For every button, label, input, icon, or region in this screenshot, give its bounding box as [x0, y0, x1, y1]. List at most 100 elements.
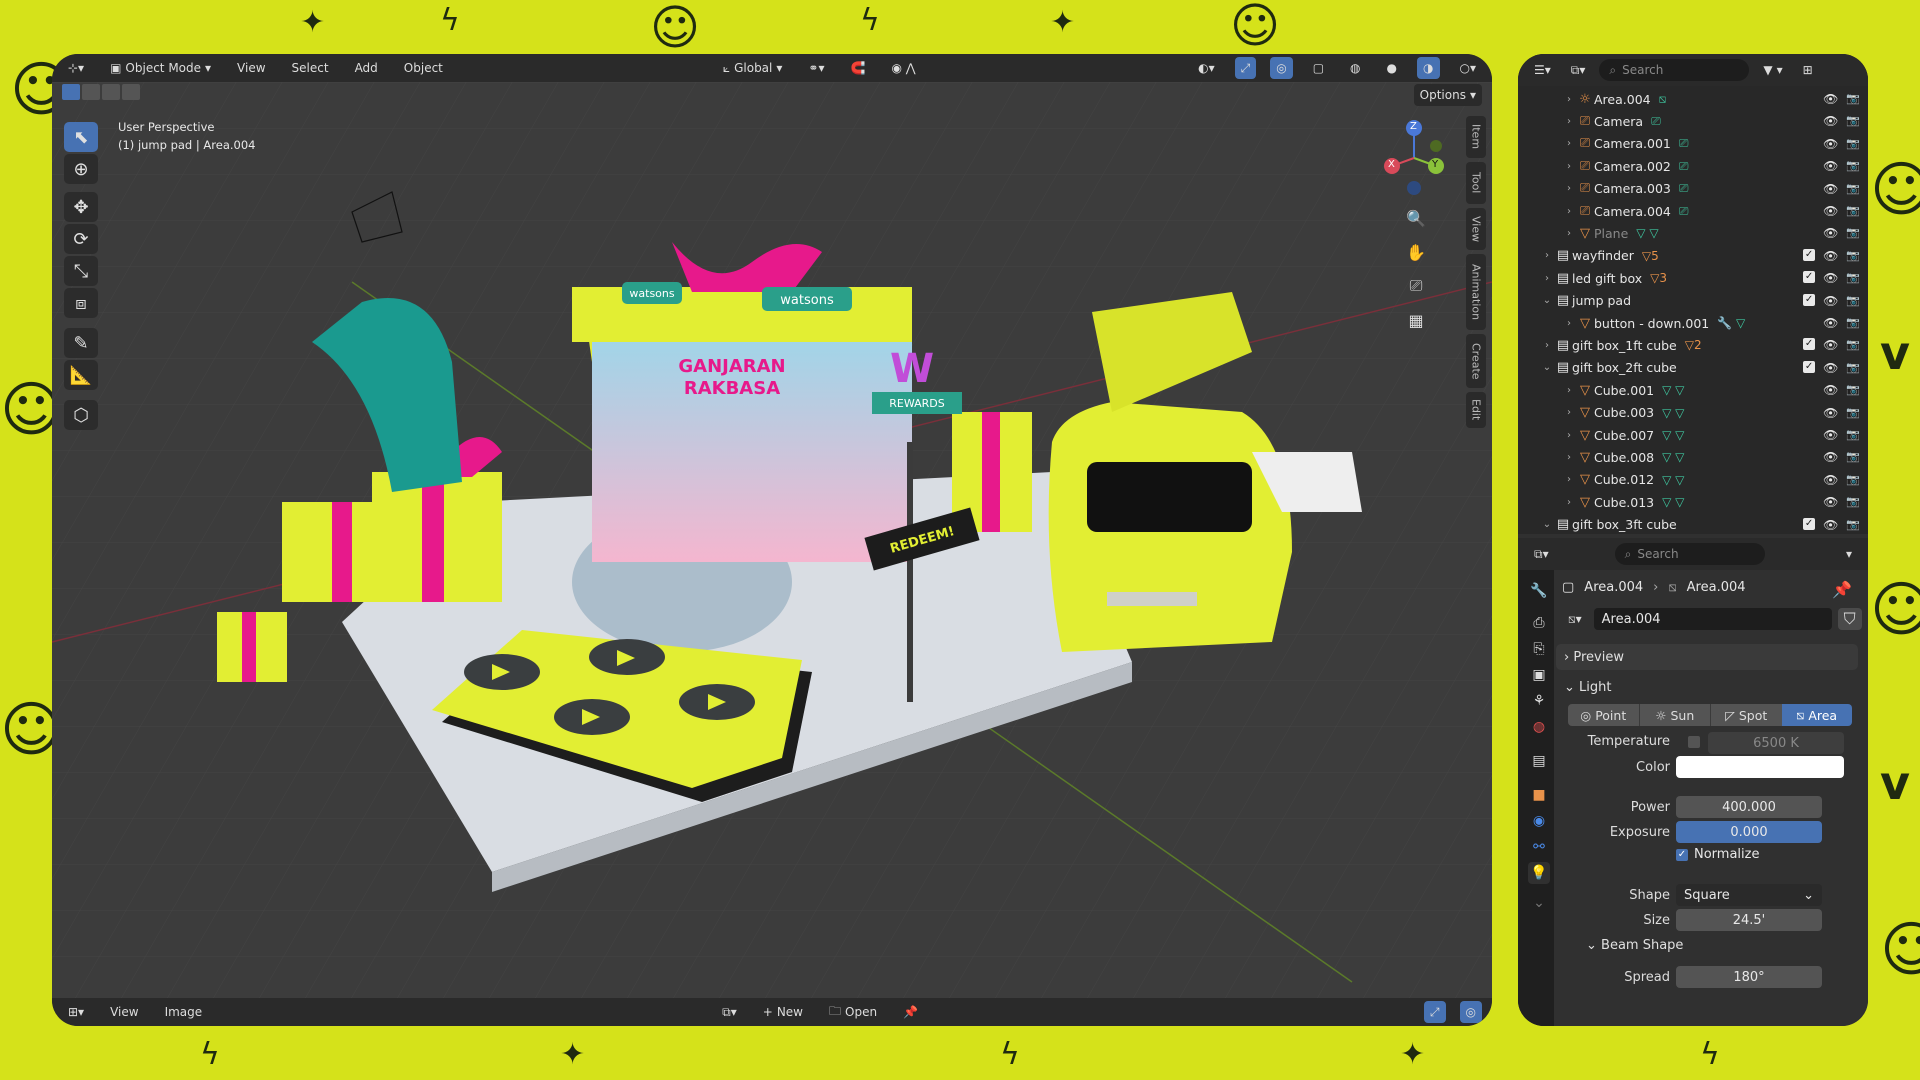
- light-type-sun[interactable]: ☼ Sun: [1638, 704, 1710, 726]
- tab-output[interactable]: ⎘: [1528, 638, 1550, 660]
- tab-light-data[interactable]: 💡: [1528, 862, 1550, 884]
- cursor-tool[interactable]: ⊕: [64, 154, 98, 184]
- expand-toggle-icon[interactable]: ›: [1540, 340, 1554, 351]
- footer-editor-type[interactable]: ⊞▾: [62, 1001, 90, 1023]
- overlay-toggle[interactable]: ◎: [1270, 57, 1293, 79]
- normalize-checkbox[interactable]: ✓ Normalize: [1676, 847, 1759, 862]
- expand-toggle-icon[interactable]: ›: [1562, 452, 1576, 463]
- tab-collection[interactable]: ▤: [1528, 750, 1550, 772]
- tab-tool-props[interactable]: 🔧: [1528, 580, 1550, 602]
- render-camera-icon[interactable]: 📷: [1846, 316, 1860, 330]
- render-camera-icon[interactable]: 📷: [1846, 406, 1860, 420]
- rotate-tool[interactable]: ⟳: [64, 224, 98, 254]
- properties-search-input[interactable]: ⌕ Search: [1614, 543, 1765, 565]
- power-field[interactable]: 400.000: [1676, 796, 1822, 818]
- eye-icon[interactable]: 👁: [1823, 450, 1838, 464]
- render-camera-icon[interactable]: 📷: [1846, 428, 1860, 442]
- light-panel-header[interactable]: ⌄ Light: [1556, 674, 1858, 700]
- shading-wire[interactable]: ◍: [1344, 57, 1366, 79]
- outliner-search-input[interactable]: ⌕ Search: [1599, 59, 1750, 81]
- properties-editor-type[interactable]: ⧉▾: [1528, 543, 1555, 565]
- tab-view[interactable]: View: [1466, 208, 1486, 250]
- tab-view-layer[interactable]: ▣: [1528, 664, 1550, 686]
- color-swatch[interactable]: [1676, 756, 1844, 778]
- eye-icon[interactable]: 👁: [1823, 294, 1838, 308]
- tab-tool[interactable]: Tool: [1466, 162, 1486, 204]
- new-image-button[interactable]: + New: [757, 1001, 809, 1023]
- options-button[interactable]: Options ▾: [1413, 84, 1482, 106]
- render-camera-icon[interactable]: 📷: [1846, 182, 1860, 196]
- outliner-row[interactable]: › ⎚ Camera ⎚ 👁 📷: [1518, 110, 1868, 132]
- measure-tool[interactable]: 📐: [64, 360, 98, 390]
- orientation-select[interactable]: ⟀ Global ▾: [717, 57, 789, 79]
- zoom-button[interactable]: 🔍: [1402, 204, 1430, 232]
- proportional-toggle[interactable]: ◉ ⋀: [885, 57, 921, 79]
- outliner-editor-type[interactable]: ☰▾: [1528, 59, 1557, 81]
- eye-icon[interactable]: 👁: [1823, 428, 1838, 442]
- light-type-point[interactable]: ◎ Point: [1568, 704, 1639, 726]
- snap-toggle[interactable]: 🧲: [844, 57, 871, 79]
- eye-icon[interactable]: 👁: [1823, 114, 1838, 128]
- outliner-row[interactable]: › ▤ gift box_1ft cube ▽2 ✓ 👁 📷: [1518, 334, 1868, 356]
- exclude-checkbox[interactable]: ✓: [1803, 360, 1816, 373]
- navigation-gizmo[interactable]: Z Y X: [1374, 118, 1454, 198]
- eye-icon[interactable]: 👁: [1823, 137, 1838, 151]
- tab-edit[interactable]: Edit: [1466, 392, 1486, 428]
- render-camera-icon[interactable]: 📷: [1846, 383, 1860, 397]
- eye-icon[interactable]: 👁: [1823, 338, 1838, 352]
- tab-world[interactable]: ◍: [1528, 716, 1550, 738]
- footer-menu-image[interactable]: Image: [159, 1001, 209, 1023]
- tab-more[interactable]: ⌄: [1528, 892, 1550, 914]
- new-collection-button[interactable]: ⊞: [1797, 59, 1819, 81]
- pivot-select[interactable]: ⚭▾: [802, 57, 830, 79]
- render-camera-icon[interactable]: 📷: [1846, 473, 1860, 487]
- xray-toggle[interactable]: ▢: [1307, 57, 1330, 79]
- menu-add[interactable]: Add: [349, 57, 384, 79]
- ortho-toggle-button[interactable]: ▦: [1402, 306, 1430, 334]
- exclude-checkbox[interactable]: ✓: [1803, 271, 1816, 284]
- select-subtract-icon[interactable]: [102, 84, 120, 100]
- tab-item[interactable]: Item: [1466, 116, 1486, 158]
- pan-button[interactable]: ✋: [1402, 238, 1430, 266]
- footer-overlay-toggle[interactable]: ◎: [1459, 1001, 1482, 1023]
- outliner-row[interactable]: › ▽ Cube.001 ▽ ▽ 👁 📷: [1518, 379, 1868, 401]
- expand-toggle-icon[interactable]: ›: [1562, 385, 1576, 396]
- eye-icon[interactable]: 👁: [1823, 159, 1838, 173]
- render-camera-icon[interactable]: 📷: [1846, 518, 1860, 532]
- outliner-row[interactable]: › ▤ led gift box ▽3 ✓ 👁 📷: [1518, 267, 1868, 289]
- 3d-viewport[interactable]: watsons watsons GANJARAN RAKBASA W REWAR…: [52, 82, 1492, 998]
- render-camera-icon[interactable]: 📷: [1846, 271, 1860, 285]
- menu-object[interactable]: Object: [398, 57, 449, 79]
- select-new-icon[interactable]: [62, 84, 80, 100]
- outliner-row[interactable]: › ▤ wayfinder ▽5 ✓ 👁 📷: [1518, 245, 1868, 267]
- expand-toggle-icon[interactable]: ›: [1562, 474, 1576, 485]
- editor-type-button[interactable]: ⊹▾: [62, 57, 90, 79]
- tab-animation[interactable]: Animation: [1466, 254, 1486, 330]
- visibility-select[interactable]: ◐▾: [1192, 57, 1221, 79]
- outliner-row[interactable]: › ☼ Area.004 ⧅ 👁 📷: [1518, 88, 1868, 110]
- expand-toggle-icon[interactable]: ›: [1562, 161, 1576, 172]
- image-browse-button[interactable]: ⧉▾: [716, 1001, 743, 1023]
- size-field[interactable]: 24.5': [1676, 909, 1822, 931]
- datablock-browse[interactable]: ⧅▾: [1562, 608, 1588, 630]
- eye-icon[interactable]: 👁: [1823, 406, 1838, 420]
- eye-icon[interactable]: 👁: [1823, 473, 1838, 487]
- annotate-tool[interactable]: ✎: [64, 328, 98, 358]
- outliner-row[interactable]: › ▽ Cube.003 ▽ ▽ 👁 📷: [1518, 402, 1868, 424]
- render-camera-icon[interactable]: 📷: [1846, 92, 1860, 106]
- outliner-row[interactable]: › ▽ button - down.001 🔧 ▽ 👁 📷: [1518, 312, 1868, 334]
- render-camera-icon[interactable]: 📷: [1846, 338, 1860, 352]
- shading-rendered[interactable]: ○▾: [1454, 57, 1483, 79]
- expand-toggle-icon[interactable]: ›: [1562, 94, 1576, 105]
- tab-constraints[interactable]: ⚯: [1528, 836, 1550, 858]
- outliner-row[interactable]: › ▽ Cube.012 ▽ ▽ 👁 📷: [1518, 469, 1868, 491]
- move-tool[interactable]: ✥: [64, 192, 98, 222]
- exclude-checkbox[interactable]: ✓: [1803, 293, 1816, 306]
- render-camera-icon[interactable]: 📷: [1846, 361, 1860, 375]
- display-mode-select[interactable]: ⧉▾: [1565, 59, 1592, 81]
- render-camera-icon[interactable]: 📷: [1846, 114, 1860, 128]
- spread-field[interactable]: 180°: [1676, 966, 1822, 988]
- open-image-button[interactable]: 🗀 Open: [823, 1001, 883, 1023]
- tab-create[interactable]: Create: [1466, 334, 1486, 388]
- footer-gizmo-toggle[interactable]: ⤢: [1423, 1001, 1446, 1023]
